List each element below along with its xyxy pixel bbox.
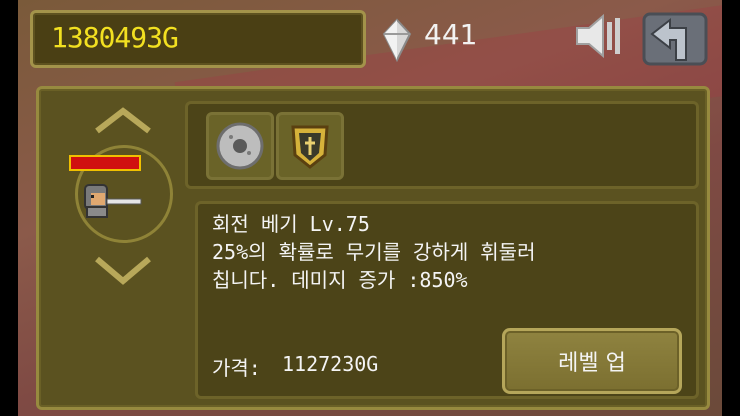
shield-icon (291, 125, 329, 169)
skill-panel: 회전 베기 Lv.75 25%의 확률로 무기를 강하게 휘둘러 칩니다. 데미… (36, 86, 710, 410)
back-arrow-icon[interactable] (640, 10, 710, 68)
skill-description: 25%의 확률로 무기를 강하게 휘둘러 칩니다. 데미지 증가 :850% (212, 240, 536, 292)
price-label: 가격: (212, 356, 261, 380)
chevron-up-icon[interactable] (93, 107, 153, 135)
skill-title: 회전 베기 Lv.75 (212, 212, 370, 236)
skill-slot-saw[interactable] (206, 112, 274, 180)
gem-count: 441 (424, 18, 478, 51)
health-bar (69, 155, 141, 171)
skill-detail: 회전 베기 Lv.75 25%의 확률로 무기를 강하게 휘둘러 칩니다. 데미… (195, 201, 699, 399)
price-value: 1127230G (282, 352, 379, 376)
gold-value: 1380493G (51, 21, 179, 54)
gem-icon (382, 18, 412, 62)
level-up-button[interactable]: 레벨 업 (502, 328, 682, 394)
speaker-muted-icon[interactable] (573, 12, 625, 60)
skill-slot-shield[interactable] (276, 112, 344, 180)
gold-counter: 1380493G (30, 10, 366, 68)
chevron-down-icon[interactable] (93, 255, 153, 285)
skill-list (185, 101, 699, 189)
game-screen: 1380493G 441 회전 베기 Lv.75 25%의 확률로 무기를 강하… (18, 0, 722, 416)
saw-blade-icon (216, 122, 264, 170)
character-sprite (84, 184, 142, 218)
